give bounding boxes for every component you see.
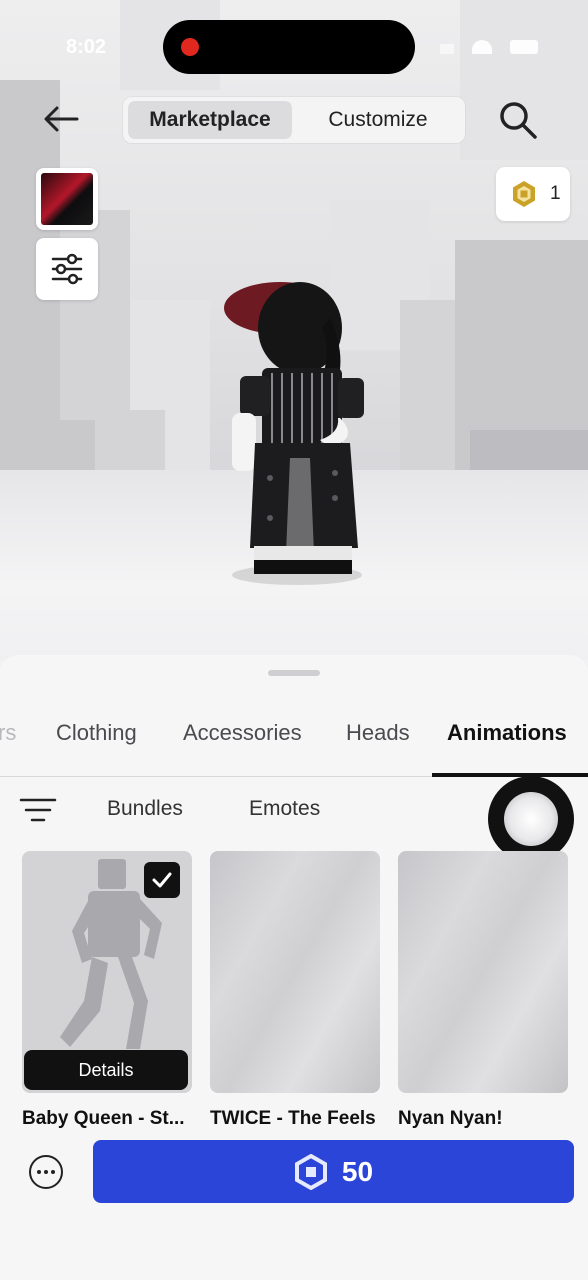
battery-icon [510,40,538,54]
cellular-icon [440,44,454,54]
robux-balance[interactable]: 1 [496,167,570,221]
active-tab-indicator [432,773,588,777]
background-block [400,300,460,490]
dot [51,1170,55,1174]
dot [37,1170,41,1174]
sliders-icon [51,253,83,285]
current-outfit-thumbnail[interactable] [36,168,98,230]
outfit-thumbnail-image [41,173,93,225]
arrow-left-icon [44,106,79,132]
buy-button[interactable]: 50 [93,1140,574,1203]
tab-accessories[interactable]: Accessories [183,720,302,746]
category-tabs: rs Clothing Accessories Heads Animations [0,710,588,760]
mode-switcher: Marketplace Customize [123,97,465,143]
tab-heads[interactable]: Heads [346,720,410,746]
more-options-button[interactable] [29,1155,63,1189]
tab-animations[interactable]: Animations [447,720,567,746]
tab-customize[interactable]: Customize [296,101,460,139]
sheet-drag-handle[interactable] [268,670,320,676]
filter-lines-icon [19,798,57,822]
details-button[interactable]: Details [24,1050,188,1090]
item-name: TWICE - The Feels [210,1108,376,1129]
wifi-icon [472,40,492,54]
avatar-figure[interactable] [210,268,380,588]
selected-checkbox[interactable] [144,862,180,898]
checkmark-icon [152,872,172,888]
dynamic-island [163,20,415,74]
robux-icon [294,1153,327,1190]
item-name: Nyan Nyan! [398,1108,503,1129]
subtab-emotes[interactable]: Emotes [249,797,320,821]
spinner-ring [504,792,558,846]
item-card[interactable] [210,851,380,1093]
loading-spinner-icon [488,776,574,862]
search-icon [500,102,537,139]
dot [44,1170,48,1174]
robux-balance-value: 1 [550,183,561,204]
sort-filter-button[interactable] [18,795,58,825]
back-button[interactable] [40,98,82,140]
search-button[interactable] [496,98,540,142]
tab-marketplace[interactable]: Marketplace [128,101,292,139]
robux-icon [513,181,535,207]
buy-price: 50 [341,1155,374,1187]
item-card[interactable] [398,851,568,1093]
tab-clothing[interactable]: Clothing [56,720,137,746]
item-name: Baby Queen - St... [22,1108,185,1129]
subtab-bundles[interactable]: Bundles [107,797,183,821]
tab-category-partial[interactable]: rs [0,720,16,746]
status-icons [440,38,538,54]
settings-sliders-button[interactable] [36,238,98,300]
status-time: 8:02 [66,36,107,58]
recording-indicator-icon [181,38,199,56]
